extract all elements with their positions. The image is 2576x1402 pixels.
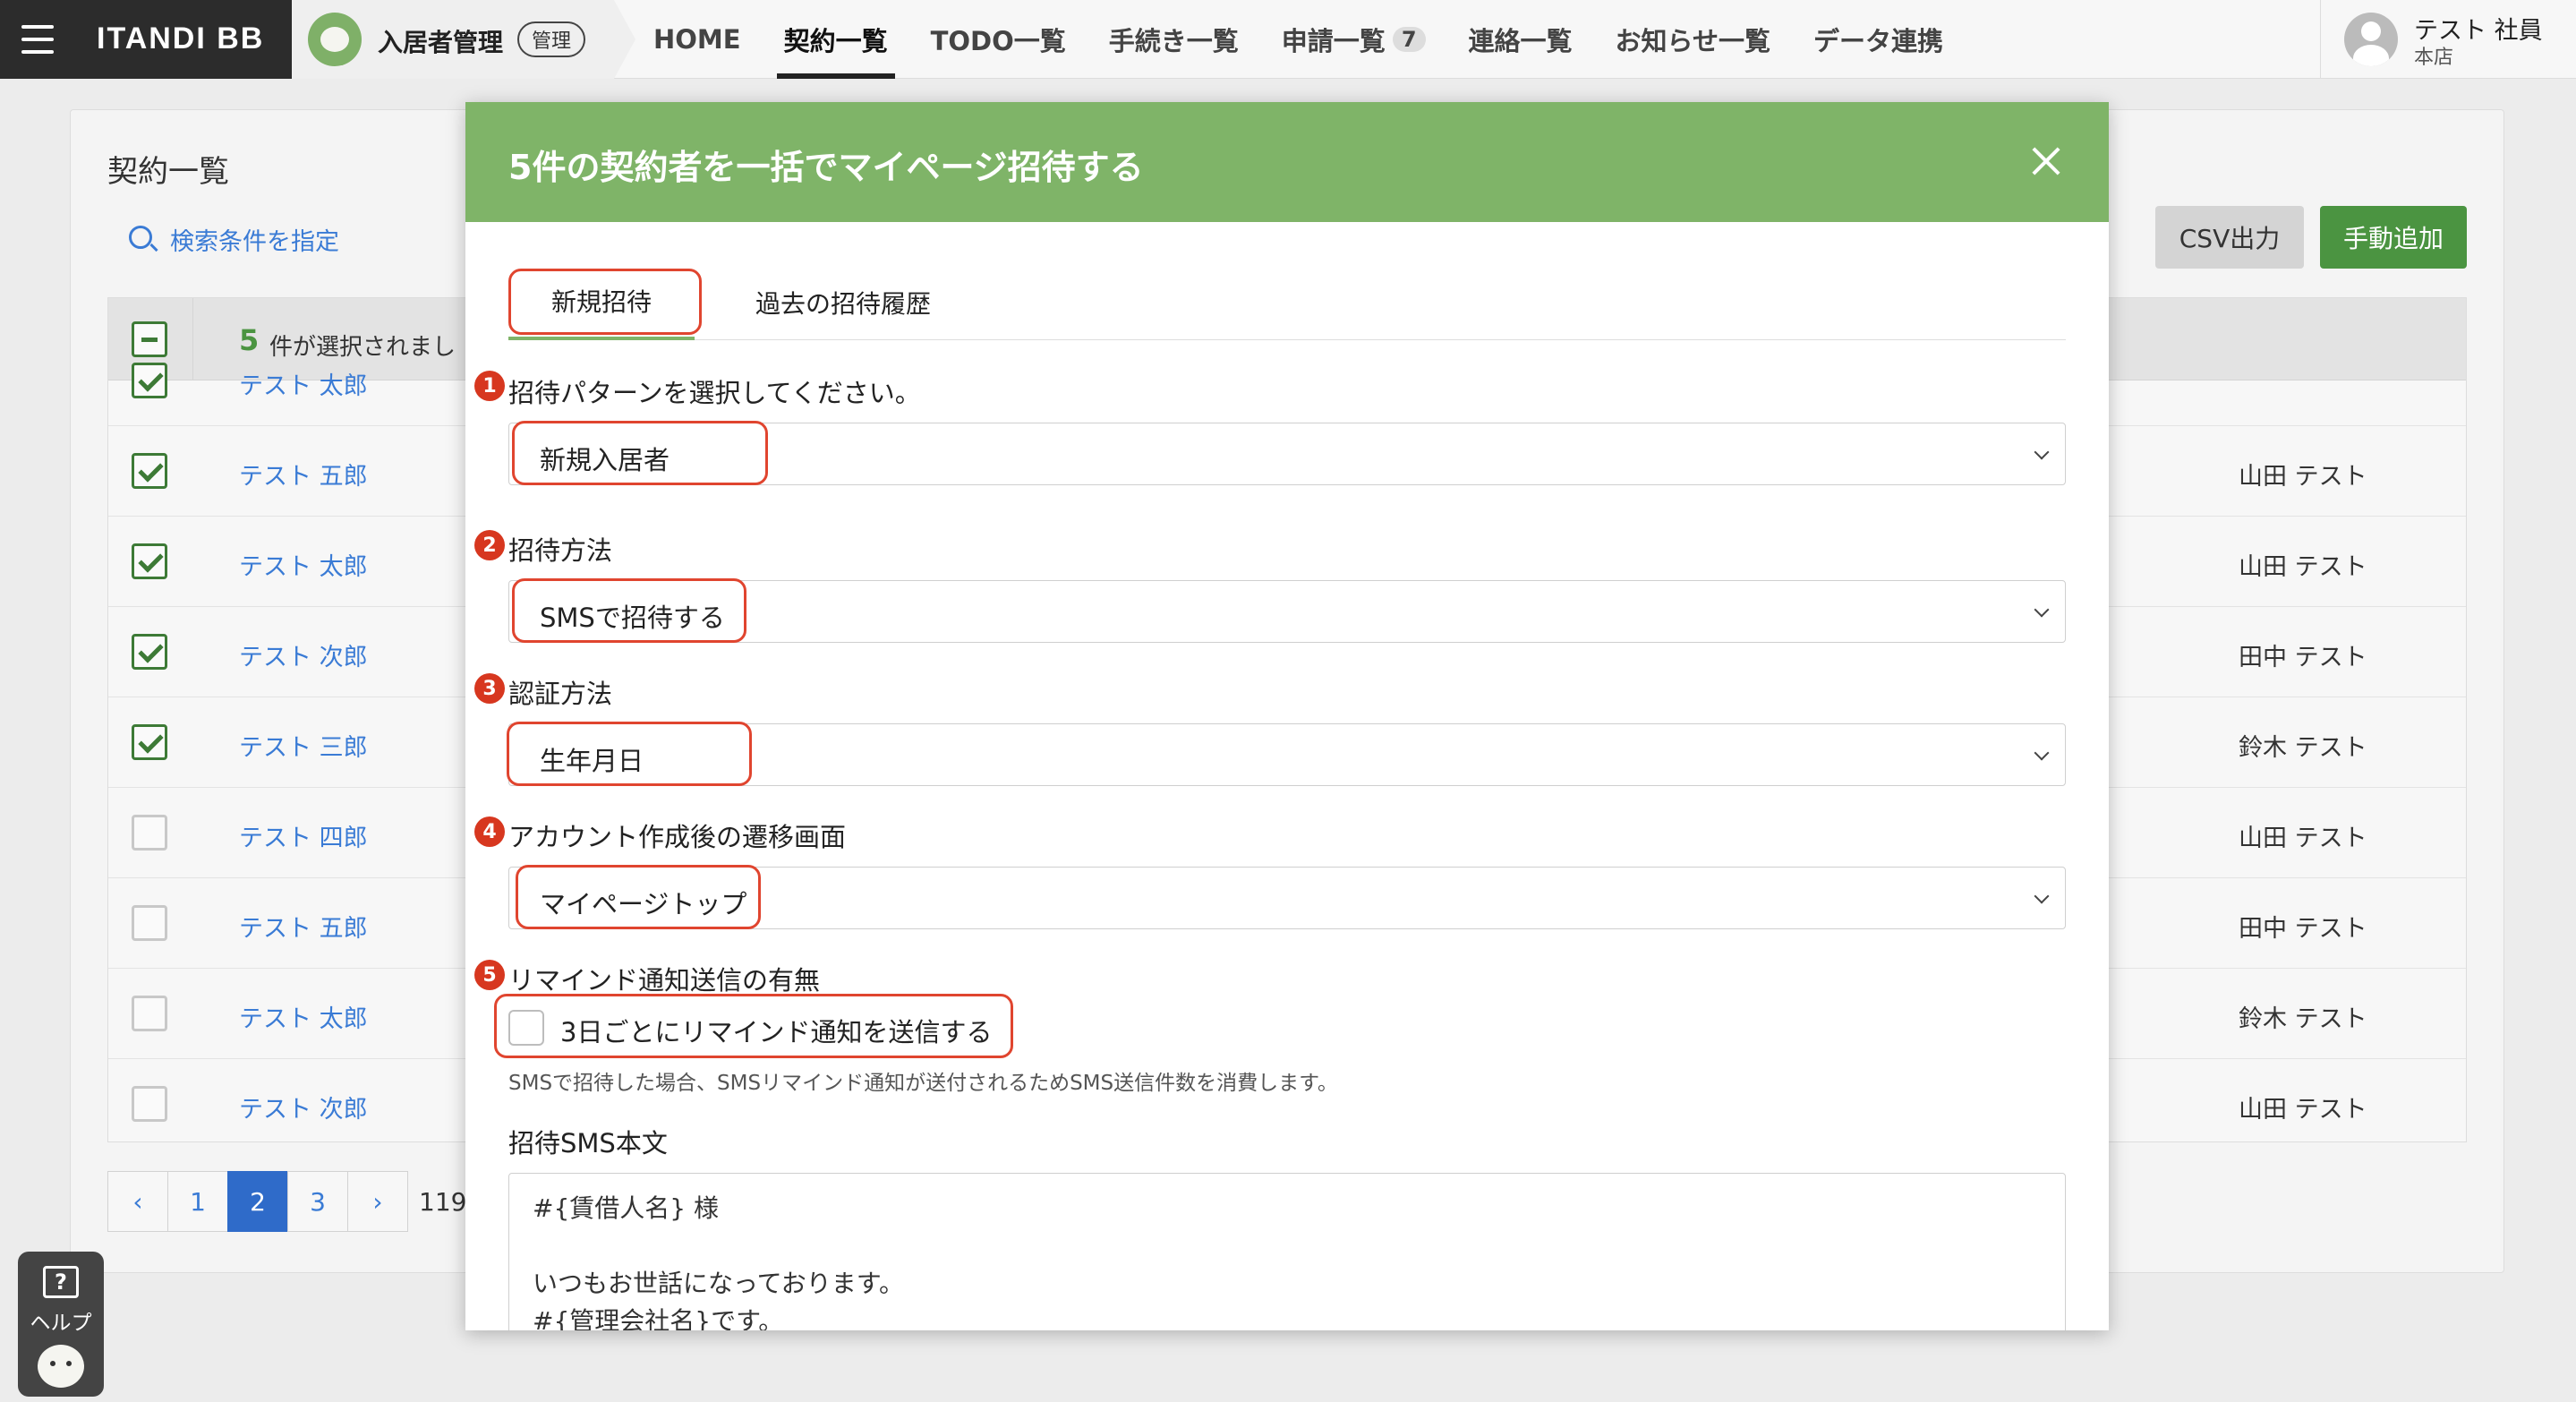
sms-note: SMSで招待した場合、SMSリマインド通知が送付されるためSMS送信件数を消費し… xyxy=(508,1072,1338,1095)
tab-invite-history[interactable]: 過去の招待履歴 xyxy=(712,265,974,340)
tab-new-invite[interactable]: 新規招待 xyxy=(508,265,695,340)
help-label: ヘルプ xyxy=(30,1312,92,1335)
nav-item-home[interactable]: HOME xyxy=(632,0,763,79)
app-role-pill: 管理 xyxy=(517,21,586,57)
destination-label: アカウント作成後の遷移画面 xyxy=(508,822,847,852)
nav-item-messages[interactable]: 連絡一覧 xyxy=(1447,0,1594,79)
sms-body-label: 招待SMS本文 xyxy=(508,1128,668,1158)
chevron-down-icon xyxy=(2034,602,2050,618)
bear-mascot-icon xyxy=(308,13,362,66)
step-number-badge: 1 xyxy=(474,371,505,401)
remind-checkbox-label[interactable]: 3日ごとにリマインド通知を送信する xyxy=(560,1012,992,1049)
step-number-badge: 2 xyxy=(474,530,505,560)
user-branch: 本店 xyxy=(2414,47,2454,69)
destination-select[interactable]: マイページトップ xyxy=(508,867,2066,929)
bear-mascot-icon xyxy=(38,1345,84,1388)
help-widget[interactable]: ? ヘルプ xyxy=(18,1252,104,1397)
sms-body-textarea[interactable]: #{賃借人名} 様 いつもお世話になっております。 #{管理会社名}です。 xyxy=(508,1173,2066,1330)
pattern-select-value: 新規入居者 xyxy=(540,445,670,475)
remind-label: リマインド通知送信の有無 xyxy=(508,965,821,996)
destination-select-value: マイページトップ xyxy=(540,889,747,919)
method-select-value: SMSで招待する xyxy=(540,603,725,633)
method-select[interactable]: SMSで招待する xyxy=(508,580,2066,643)
chevron-down-icon xyxy=(2034,888,2050,904)
main-nav: HOME 契約一覧 TODO一覧 手続き一覧 申請一覧 7 連絡一覧 お知らせ一覧… xyxy=(632,0,1965,79)
brand-logo[interactable]: ITANDI BB xyxy=(97,21,264,56)
nav-item-notices[interactable]: お知らせ一覧 xyxy=(1594,0,1792,79)
step-number-badge: 4 xyxy=(474,816,505,847)
modal-tabs: 新規招待 過去の招待履歴 xyxy=(508,265,2066,340)
top-navbar: ITANDI BB 入居者管理 管理 HOME 契約一覧 TODO一覧 手続き一… xyxy=(0,0,2576,79)
brand-area: ITANDI BB xyxy=(0,0,292,79)
pattern-select[interactable]: 新規入居者 xyxy=(508,423,2066,485)
nav-item-data-link[interactable]: データ連携 xyxy=(1792,0,1965,79)
auth-select-value: 生年月日 xyxy=(540,746,644,776)
nav-item-procedures[interactable]: 手続き一覧 xyxy=(1088,0,1260,79)
method-label: 招待方法 xyxy=(508,535,613,566)
pattern-label: 招待パターンを選択してください。 xyxy=(508,378,921,408)
auth-label: 認証方法 xyxy=(508,679,613,709)
app-switcher[interactable]: 入居者管理 管理 xyxy=(292,0,635,79)
close-icon[interactable] xyxy=(2030,145,2062,177)
nav-item-todo[interactable]: TODO一覧 xyxy=(909,0,1088,79)
applications-count-badge: 7 xyxy=(1392,27,1426,52)
avatar-icon xyxy=(2344,13,2398,66)
chevron-down-icon xyxy=(2034,745,2050,761)
app-label: 入居者管理 xyxy=(378,28,504,57)
step-number-badge: 5 xyxy=(474,960,505,990)
invite-modal: 5件の契約者を一括でマイページ招待する 新規招待 過去の招待履歴 1 招待パター… xyxy=(465,102,2109,1330)
modal-title: 5件の契約者を一括でマイページ招待する xyxy=(508,148,1144,187)
help-question-icon: ? xyxy=(43,1266,79,1298)
step-number-badge: 3 xyxy=(474,673,505,704)
hamburger-menu-icon[interactable] xyxy=(21,21,54,57)
user-menu[interactable]: テスト 社員 本店 xyxy=(2320,0,2576,79)
auth-select[interactable]: 生年月日 xyxy=(508,723,2066,786)
nav-item-contracts[interactable]: 契約一覧 xyxy=(763,0,909,79)
nav-item-applications[interactable]: 申請一覧 7 xyxy=(1260,0,1447,79)
chevron-down-icon xyxy=(2034,444,2050,460)
remind-checkbox[interactable] xyxy=(508,1010,544,1046)
modal-header: 5件の契約者を一括でマイページ招待する xyxy=(465,102,2109,222)
